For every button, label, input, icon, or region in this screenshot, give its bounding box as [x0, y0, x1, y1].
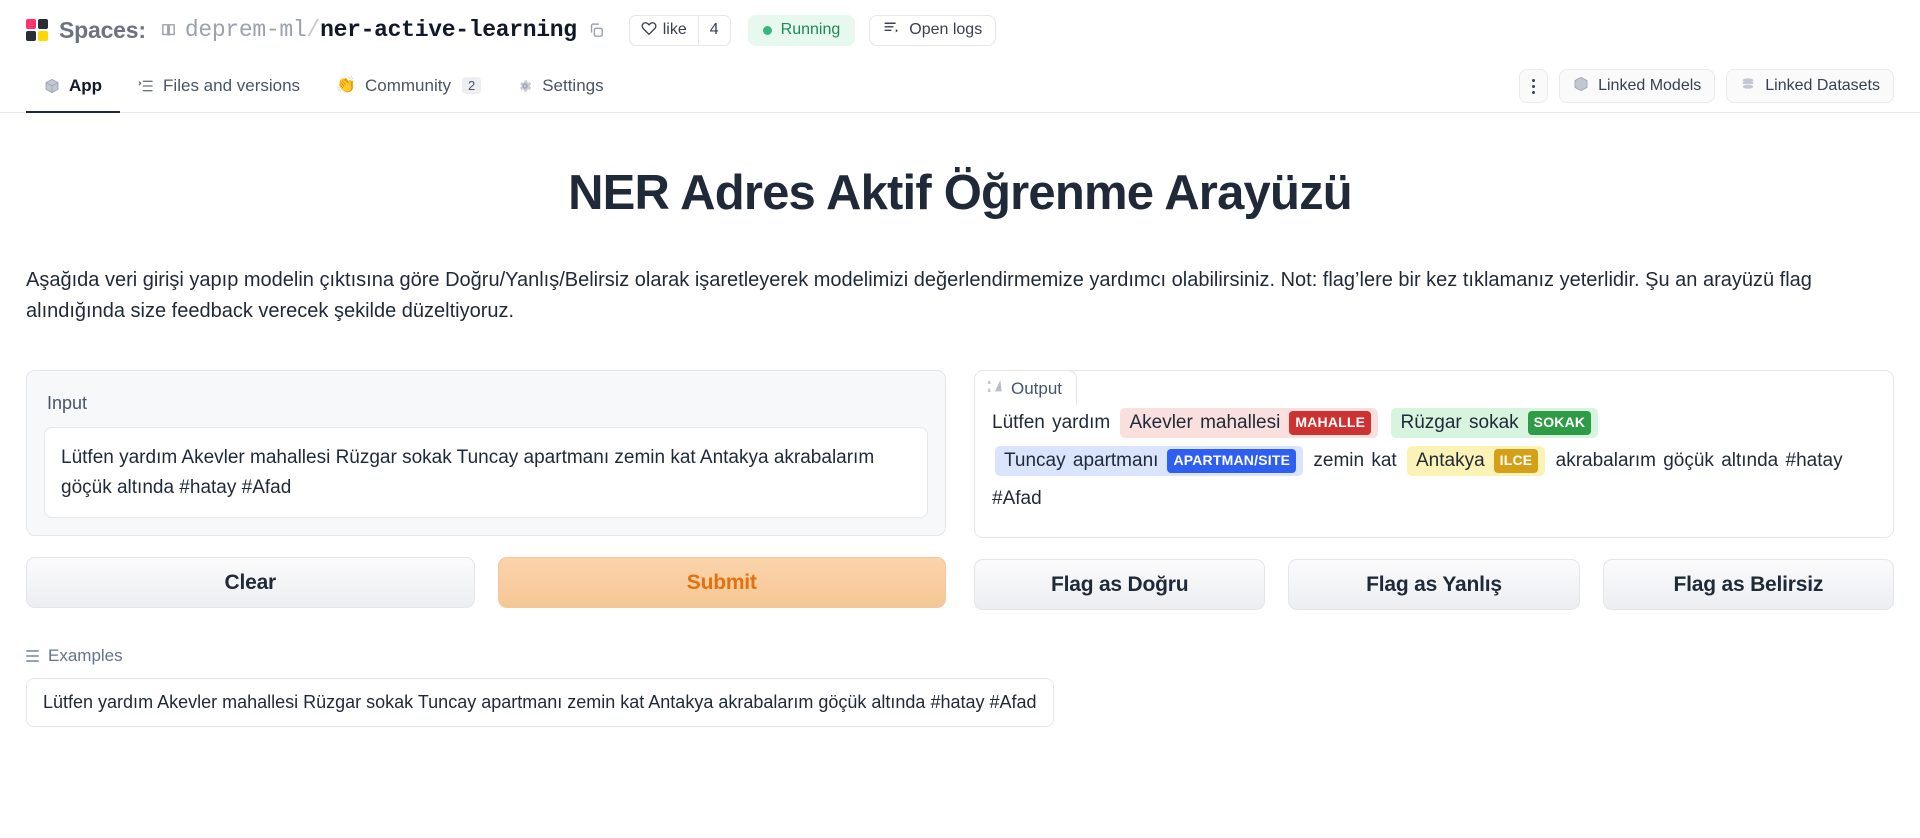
tabs-left: App Files and versions 👏 Community 2 Se — [26, 60, 622, 112]
examples-label-text: Examples — [48, 646, 123, 666]
cube-icon — [44, 78, 60, 94]
like-button[interactable]: like — [630, 16, 698, 45]
gear-icon — [517, 78, 533, 94]
linked-datasets-button[interactable]: Linked Datasets — [1726, 69, 1894, 103]
flag-belirsiz-button[interactable]: Flag as Belirsiz — [1603, 559, 1894, 610]
tab-community-badge: 2 — [462, 77, 481, 94]
ner-entity: Rüzgar sokak SOKAK — [1391, 408, 1598, 438]
tab-community[interactable]: 👏 Community 2 — [318, 60, 499, 113]
svg-text:ä: ä — [988, 388, 991, 394]
submit-button[interactable]: Submit — [498, 557, 947, 608]
status-dot-icon — [763, 26, 772, 35]
ner-entity: Akevler mahallesi MAHALLE — [1120, 408, 1378, 438]
status-label: Running — [781, 21, 841, 39]
ner-entity-label: MAHALLE — [1289, 411, 1371, 435]
tab-files-label: Files and versions — [163, 76, 300, 96]
ner-entity-text: Akevler mahallesi — [1129, 411, 1280, 435]
huggingface-grid-logo[interactable] — [26, 19, 48, 41]
open-logs-label: Open logs — [909, 21, 982, 39]
ner-entity-text: Rüzgar sokak — [1400, 411, 1518, 435]
copy-icon[interactable] — [588, 22, 605, 39]
clear-button[interactable]: Clear — [26, 557, 475, 608]
repo-tabbar: App Files and versions 👏 Community 2 Se — [0, 60, 1920, 113]
list-icon — [26, 650, 39, 662]
linked-models-button[interactable]: Linked Models — [1559, 69, 1715, 103]
linked-datasets-label: Linked Datasets — [1765, 77, 1880, 95]
input-button-row: Clear Submit — [26, 557, 946, 608]
ner-plain-text: zemin kat — [1313, 450, 1404, 471]
tab-app-label: App — [69, 76, 102, 96]
logs-icon — [883, 19, 900, 41]
tab-community-label: Community — [365, 76, 451, 96]
open-logs-button[interactable]: Open logs — [869, 15, 996, 46]
highlighted-text-icon: a ä — [987, 378, 1003, 399]
ner-output: Lütfen yardım Akevler mahallesi MAHALLE R… — [992, 404, 1876, 518]
output-tab-label: Output — [1011, 379, 1062, 399]
ner-entity-text: Antakya — [1416, 449, 1485, 473]
linked-models-label: Linked Models — [1598, 77, 1701, 95]
flag-yanlis-button[interactable]: Flag as Yanlış — [1288, 559, 1579, 610]
gradio-app: NER Adres Aktif Öğrenme Arayüzü Aşağıda … — [0, 165, 1920, 838]
svg-text:a: a — [988, 380, 991, 386]
output-tab: a ä Output — [974, 370, 1077, 406]
clap-icon: 👏 — [336, 78, 356, 94]
like-count: 4 — [698, 16, 730, 45]
input-column: Input Lütfen yardım Akevler mahallesi Rü… — [26, 370, 946, 608]
page-title: NER Adres Aktif Öğrenme Arayüzü — [26, 165, 1894, 221]
tab-settings[interactable]: Settings — [499, 60, 621, 113]
examples-header: Examples — [26, 646, 1894, 666]
input-textbox[interactable]: Lütfen yardım Akevler mahallesi Rüzgar s… — [44, 427, 928, 518]
more-options-button[interactable] — [1519, 69, 1548, 103]
like-group[interactable]: like 4 — [629, 15, 731, 46]
tab-files-and-versions[interactable]: Files and versions — [120, 60, 318, 113]
files-icon — [138, 78, 154, 94]
ner-entity: Antakya ILCE — [1407, 446, 1545, 476]
heart-icon — [641, 20, 657, 41]
page-description: Aşağıda veri girişi yapıp modelin çıktıs… — [26, 265, 1894, 327]
ner-entity-label: ILCE — [1494, 449, 1539, 473]
path-separator: / — [306, 17, 320, 43]
cube-icon — [1573, 76, 1589, 97]
ner-entity-text: Tuncay apartmanı — [1004, 449, 1158, 473]
ner-entity: Tuncay apartmanı APARTMAN/SITE — [995, 446, 1303, 476]
ner-entity-label: APARTMAN/SITE — [1167, 449, 1296, 473]
book-icon — [160, 22, 177, 39]
example-row[interactable]: Lütfen yardım Akevler mahallesi Rüzgar s… — [26, 678, 1054, 727]
status-badge: Running — [748, 15, 856, 46]
repo-link[interactable]: ner-active-learning — [320, 17, 577, 43]
site-header: Spaces: deprem-ml / ner-active-learning … — [0, 0, 1920, 60]
tab-app[interactable]: App — [26, 60, 120, 113]
flag-button-row: Flag as Doğru Flag as Yanlış Flag as Bel… — [974, 559, 1894, 610]
panels-row: Input Lütfen yardım Akevler mahallesi Rü… — [26, 370, 1894, 610]
ner-plain-text: Lütfen yardım — [992, 412, 1117, 433]
examples-section: Examples Lütfen yardım Akevler mahallesi… — [26, 646, 1894, 727]
kebab-menu-icon — [1532, 79, 1535, 94]
ner-entity-label: SOKAK — [1528, 411, 1592, 435]
output-column: a ä Output Lütfen yardım Akevler mahalle… — [974, 370, 1894, 610]
tab-settings-label: Settings — [542, 76, 603, 96]
org-link[interactable]: deprem-ml — [185, 17, 307, 43]
input-label: Input — [47, 393, 925, 414]
input-block: Input Lütfen yardım Akevler mahallesi Rü… — [26, 370, 946, 536]
tabs-right: Linked Models Linked Datasets — [1519, 60, 1894, 112]
flag-dogru-button[interactable]: Flag as Doğru — [974, 559, 1265, 610]
spaces-label: Spaces: — [59, 17, 146, 44]
dataset-icon — [1740, 76, 1756, 97]
like-label: like — [663, 21, 687, 39]
output-block: a ä Output Lütfen yardım Akevler mahalle… — [974, 370, 1894, 538]
